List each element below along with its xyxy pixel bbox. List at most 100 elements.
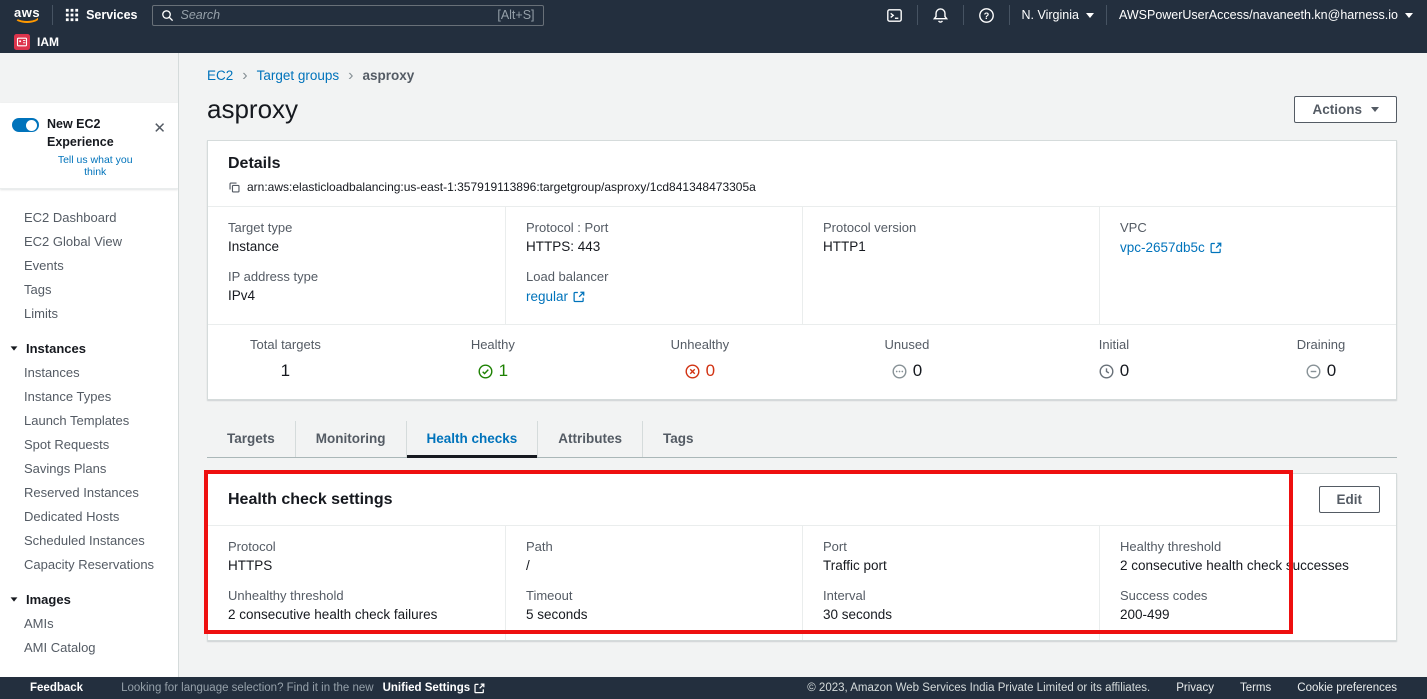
help-circle-icon: ? [978, 7, 995, 24]
field-unhealthy-threshold: Unhealthy threshold 2 consecutive health… [228, 588, 485, 622]
field-protocol-version: Protocol version HTTP1 [823, 220, 1079, 254]
aws-swoosh-icon [14, 16, 40, 23]
field-protocol-port: Protocol : Port HTTPS: 443 [526, 220, 782, 254]
sidebar-section-instances[interactable]: Instances [0, 337, 178, 360]
console-footer: Feedback Looking for language selection?… [0, 677, 1427, 699]
health-check-section: Health check settings Edit Protocol HTTP… [207, 473, 1397, 641]
breadcrumb-target-groups[interactable]: Target groups [257, 68, 340, 83]
cookie-preferences-link[interactable]: Cookie preferences [1297, 682, 1397, 694]
external-link-icon [573, 291, 585, 303]
iam-service-icon [14, 34, 30, 50]
services-menu-button[interactable]: Services [65, 8, 137, 22]
sidebar-item-instances[interactable]: Instances [0, 360, 178, 384]
sidebar-item-reserved-instances[interactable]: Reserved Instances [0, 480, 178, 504]
region-selector[interactable]: N. Virginia [1022, 8, 1094, 22]
notifications-button[interactable] [930, 7, 951, 24]
sidebar-item-events[interactable]: Events [0, 253, 178, 277]
arn-row: arn:aws:elasticloadbalancing:us-east-1:3… [228, 180, 1376, 194]
field-vpc: VPC vpc-2657db5c [1120, 220, 1376, 257]
field-success-codes: Success codes 200-499 [1120, 588, 1376, 622]
field-path: Path / [526, 539, 782, 573]
close-icon[interactable]: ✕ [151, 119, 168, 138]
sidebar-section-images[interactable]: Images [0, 588, 178, 611]
vpc-link[interactable]: vpc-2657db5c [1120, 240, 1222, 255]
sidebar-item-ami-catalog[interactable]: AMI Catalog [0, 635, 178, 659]
tab-bar: Targets Monitoring Health checks Attribu… [207, 421, 1397, 458]
load-balancer-link[interactable]: regular [526, 289, 585, 304]
sidebar-top-spacer [0, 53, 178, 103]
minus-circle-icon [1306, 364, 1321, 379]
field-interval: Interval 30 seconds [823, 588, 1079, 622]
sidebar-item-ec2-dashboard[interactable]: EC2 Dashboard [0, 205, 178, 229]
unified-settings-link[interactable]: Unified Settings [383, 682, 486, 694]
details-fields: Target type Instance IP address type IPv… [208, 206, 1396, 324]
search-input[interactable] [181, 8, 491, 22]
sidebar-item-tags[interactable]: Tags [0, 277, 178, 301]
sidebar-item-dedicated-hosts[interactable]: Dedicated Hosts [0, 504, 178, 528]
health-check-header: Health check settings Edit [208, 474, 1396, 526]
sidebar-item-scheduled-instances[interactable]: Scheduled Instances [0, 528, 178, 552]
field-ip-address-type: IP address type IPv4 [228, 269, 485, 303]
field-timeout: Timeout 5 seconds [526, 588, 782, 622]
help-button[interactable]: ? [976, 7, 997, 24]
stat-draining: Draining 0 [1286, 337, 1356, 381]
search-icon [161, 9, 174, 22]
sidebar-item-amis[interactable]: AMIs [0, 611, 178, 635]
breadcrumb-ec2[interactable]: EC2 [207, 68, 233, 83]
topnav-right: ? N. Virginia AWSPowerUserAccess/navanee… [884, 5, 1413, 25]
target-status-summary: Total targets 1 Healthy 1 Unhealt [208, 324, 1396, 399]
global-search-box[interactable]: [Alt+S] [152, 5, 544, 26]
cloudshell-button[interactable] [884, 7, 905, 24]
x-circle-icon [685, 364, 700, 379]
page-header: asproxy Actions [207, 94, 1397, 125]
sidebar-item-capacity-reservations[interactable]: Capacity Reservations [0, 552, 178, 576]
tab-monitoring[interactable]: Monitoring [295, 421, 406, 457]
top-navigation: aws Services [Alt+S] [0, 0, 1427, 30]
field-healthy-threshold: Healthy threshold 2 consecutive health c… [1120, 539, 1376, 573]
external-link-icon [474, 683, 485, 694]
chevron-down-icon [1371, 107, 1379, 112]
divider [963, 5, 964, 25]
tab-health-checks[interactable]: Health checks [406, 421, 538, 457]
page-title: asproxy [207, 94, 298, 125]
favorite-iam-link[interactable]: IAM [14, 34, 59, 50]
tab-targets[interactable]: Targets [207, 421, 295, 457]
health-check-settings-card: Health check settings Edit Protocol HTTP… [207, 473, 1397, 641]
sidebar-item-limits[interactable]: Limits [0, 301, 178, 325]
edit-button[interactable]: Edit [1319, 486, 1381, 513]
new-experience-toggle[interactable] [12, 118, 39, 132]
privacy-link[interactable]: Privacy [1176, 682, 1214, 694]
health-check-title: Health check settings [228, 491, 393, 509]
details-header: Details arn:aws:elasticloadbalancing:us-… [208, 141, 1396, 206]
sidebar-item-launch-templates[interactable]: Launch Templates [0, 408, 178, 432]
clock-circle-icon [1099, 364, 1114, 379]
sidebar-item-instance-types[interactable]: Instance Types [0, 384, 178, 408]
section-collapse-icon [11, 346, 18, 350]
details-title: Details [228, 155, 1376, 173]
terms-link[interactable]: Terms [1240, 682, 1271, 694]
aws-logo[interactable]: aws [14, 7, 40, 23]
account-menu[interactable]: AWSPowerUserAccess/navaneeth.kn@harness.… [1119, 8, 1413, 22]
feedback-link[interactable]: Feedback [30, 682, 83, 694]
field-load-balancer: Load balancer regular [526, 269, 782, 306]
sidebar-item-ec2-global-view[interactable]: EC2 Global View [0, 229, 178, 253]
actions-button[interactable]: Actions [1294, 96, 1397, 123]
field-protocol: Protocol HTTPS [228, 539, 485, 573]
chevron-down-icon [1086, 13, 1094, 18]
tell-us-link[interactable]: Tell us what you think [47, 154, 143, 178]
stat-unused: Unused 0 [872, 337, 942, 381]
sidebar-item-savings-plans[interactable]: Savings Plans [0, 456, 178, 480]
breadcrumb-current: asproxy [362, 68, 414, 83]
main-content: EC2 › Target groups › asproxy asproxy Ac… [179, 53, 1427, 677]
sidebar-item-spot-requests[interactable]: Spot Requests [0, 432, 178, 456]
copy-icon[interactable] [228, 181, 241, 194]
stat-total-targets: Total targets 1 [250, 337, 321, 381]
tab-tags[interactable]: Tags [642, 421, 714, 457]
tab-attributes[interactable]: Attributes [537, 421, 642, 457]
new-ec2-experience-panel: New EC2 Experience Tell us what you thin… [0, 103, 178, 189]
ellipsis-circle-icon [892, 364, 907, 379]
arn-value: arn:aws:elasticloadbalancing:us-east-1:3… [247, 180, 756, 194]
check-circle-icon [478, 364, 493, 379]
field-port: Port Traffic port [823, 539, 1079, 573]
stat-initial: Initial 0 [1079, 337, 1149, 381]
